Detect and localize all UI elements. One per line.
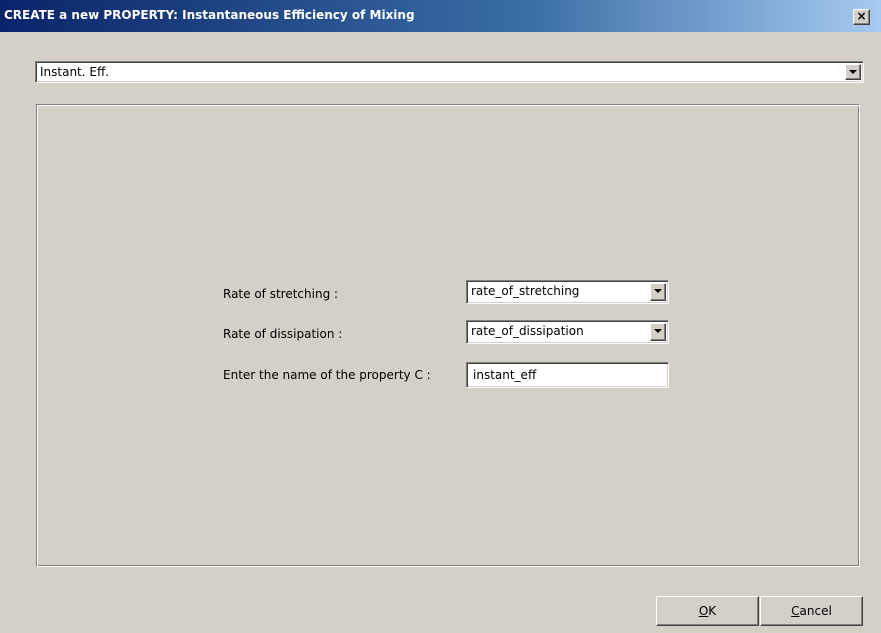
rate-of-stretching-select[interactable]: rate_of_stretching	[466, 280, 669, 304]
dialog-window: CREATE a new PROPERTY: Instantaneous Eff…	[0, 0, 881, 633]
property-parameters-panel	[36, 104, 860, 567]
rate-of-dissipation-label: Rate of dissipation :	[223, 327, 343, 341]
property-name-label: Enter the name of the property C :	[223, 368, 431, 382]
ok-button[interactable]: OK	[656, 596, 759, 626]
rate-of-stretching-value: rate_of_stretching	[471, 284, 580, 298]
cancel-mnemonic: C	[791, 604, 800, 618]
cancel-label-rest: ancel	[799, 604, 832, 618]
title-bar[interactable]: CREATE a new PROPERTY: Instantaneous Eff…	[0, 0, 881, 32]
rate-of-dissipation-value: rate_of_dissipation	[471, 324, 584, 338]
ok-label-rest: K	[708, 604, 717, 618]
chevron-down-icon[interactable]	[845, 64, 861, 80]
window-title: CREATE a new PROPERTY: Instantaneous Eff…	[4, 8, 415, 22]
close-icon: ×	[856, 9, 867, 23]
property-name-input[interactable]	[466, 362, 669, 388]
property-type-select[interactable]: Instant. Eff.	[35, 61, 864, 83]
property-type-value: Instant. Eff.	[40, 65, 110, 79]
ok-mnemonic: O	[698, 604, 709, 618]
rate-of-dissipation-select[interactable]: rate_of_dissipation	[466, 320, 669, 344]
cancel-button[interactable]: Cancel	[760, 596, 863, 626]
close-button[interactable]: ×	[853, 9, 870, 25]
rate-of-stretching-label: Rate of stretching :	[223, 287, 339, 301]
chevron-down-icon[interactable]	[650, 283, 666, 301]
chevron-down-icon[interactable]	[650, 323, 666, 341]
